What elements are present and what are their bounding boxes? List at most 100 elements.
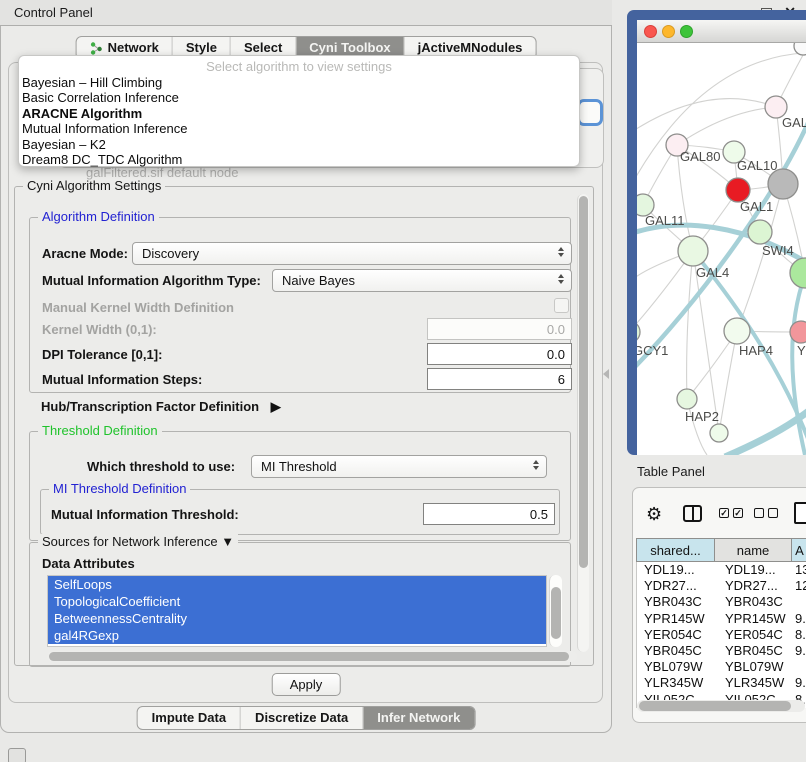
sources-group: Sources for Network Inference ▼ Data Att… bbox=[29, 542, 571, 667]
scrollbar-thumb[interactable] bbox=[579, 196, 588, 568]
close-traffic-light-icon[interactable] bbox=[644, 25, 657, 38]
deselect-all-checkbox-icon[interactable] bbox=[768, 508, 778, 518]
panel-splitter-handle[interactable] bbox=[603, 369, 609, 379]
attribute-list-item[interactable]: TopologicalCoefficient bbox=[48, 593, 546, 610]
panel-title: Control Panel bbox=[14, 5, 93, 20]
table-cell: YLR345W bbox=[714, 675, 791, 691]
table-horizontal-scrollbar[interactable] bbox=[637, 700, 805, 712]
sources-group-title[interactable]: Sources for Network Inference ▼ bbox=[38, 534, 238, 549]
focused-button-fragment[interactable] bbox=[577, 99, 603, 126]
algorithm-dropdown-popup: Select algorithm to view settings Bayesi… bbox=[18, 55, 580, 167]
select-all-checkbox-icon[interactable]: ✓ bbox=[733, 508, 743, 518]
table-row[interactable]: YLR345WYLR345W9. bbox=[637, 675, 806, 691]
dpi-tolerance-field[interactable]: 0.0 bbox=[427, 343, 572, 365]
algorithm-option[interactable]: Dream8 DC_TDC Algorithm bbox=[19, 152, 579, 167]
table-row[interactable]: YDL19...YDL19...13 bbox=[637, 562, 806, 578]
column-header-shared[interactable]: shared... bbox=[637, 539, 714, 561]
scrollbar-thumb[interactable] bbox=[49, 652, 569, 661]
zoom-traffic-light-icon[interactable] bbox=[680, 25, 693, 38]
table-cell: YDR27... bbox=[714, 578, 791, 594]
table-panel-title: Table Panel bbox=[637, 464, 705, 479]
attributes-horizontal-scrollbar[interactable] bbox=[47, 651, 577, 662]
column-header-partial[interactable]: A bbox=[791, 539, 806, 561]
mi-threshold-definition-group: MI Threshold Definition Mutual Informati… bbox=[40, 489, 560, 535]
deselect-all-checkbox-icon[interactable] bbox=[754, 508, 764, 518]
table-cell: 9. bbox=[791, 611, 806, 627]
aracne-mode-select[interactable]: Discovery bbox=[132, 242, 572, 265]
svg-text:HAP4: HAP4 bbox=[739, 343, 773, 358]
table-cell: 9. bbox=[791, 675, 806, 691]
stepper-arrows-icon bbox=[558, 274, 564, 284]
table-cell: 12 bbox=[791, 578, 806, 594]
network-window-titlebar[interactable] bbox=[637, 20, 806, 43]
kernel-width-field[interactable]: 0.0 bbox=[427, 318, 572, 340]
table-cell: YPR145W bbox=[714, 611, 791, 627]
table-cell: 13 bbox=[791, 562, 806, 578]
algorithm-definition-title: Algorithm Definition bbox=[38, 209, 159, 224]
mi-threshold-definition-title: MI Threshold Definition bbox=[49, 481, 190, 496]
table-row[interactable]: YBR045CYBR045C9. bbox=[637, 643, 806, 659]
manual-kernel-checkbox[interactable] bbox=[554, 298, 569, 313]
attributes-vertical-scrollbar[interactable] bbox=[549, 575, 562, 647]
attribute-list-item[interactable]: gal4RGexp bbox=[48, 627, 546, 644]
table-cell bbox=[791, 594, 806, 610]
node-y[interactable] bbox=[790, 321, 806, 343]
network-view-window: GAL7 GAL80 GAL10 GAL1 GAL11 SWI4 GAL4 GC… bbox=[627, 10, 806, 455]
attribute-list-item[interactable]: BetweennessCentrality bbox=[48, 610, 546, 627]
data-attributes-list[interactable]: SelfLoopsTopologicalCoefficientBetweenne… bbox=[47, 575, 547, 647]
document-icon[interactable] bbox=[794, 502, 806, 524]
which-threshold-select[interactable]: MI Threshold bbox=[251, 455, 547, 478]
dropdown-placeholder: Select algorithm to view settings bbox=[19, 59, 579, 75]
node-green-right[interactable] bbox=[790, 258, 806, 288]
algorithm-option[interactable]: Bayesian – K2 bbox=[19, 137, 579, 152]
algorithm-option[interactable]: Bayesian – Hill Climbing bbox=[19, 75, 579, 90]
node-table: shared... name A YDL19...YDL19...13YDR27… bbox=[636, 538, 806, 708]
table-row[interactable]: YBL079WYBL079W bbox=[637, 659, 806, 675]
mi-threshold-field[interactable]: 0.5 bbox=[423, 503, 555, 525]
tab-discretize-data[interactable]: Discretize Data bbox=[240, 707, 362, 729]
algorithm-option[interactable]: ARACNE Algorithm bbox=[19, 106, 579, 121]
tab-infer-network[interactable]: Infer Network bbox=[362, 707, 474, 729]
svg-text:GAL11: GAL11 bbox=[645, 213, 685, 228]
table-cell: YBR045C bbox=[637, 643, 714, 659]
select-all-checkbox-icon[interactable]: ✓ bbox=[719, 508, 729, 518]
mi-algorithm-type-select[interactable]: Naive Bayes bbox=[272, 269, 572, 292]
table-row[interactable]: YBR043CYBR043C bbox=[637, 594, 806, 610]
settings-vertical-scrollbar[interactable] bbox=[577, 194, 589, 652]
column-header-name[interactable]: name bbox=[714, 539, 791, 561]
kernel-width-label: Kernel Width (0,1): bbox=[42, 322, 157, 337]
node-hap4[interactable] bbox=[724, 318, 750, 344]
mi-steps-label: Mutual Information Steps: bbox=[42, 372, 202, 387]
collapse-down-icon: ▼ bbox=[221, 534, 234, 549]
table-row[interactable]: YDR27...YDR27...12 bbox=[637, 578, 806, 594]
gear-icon[interactable]: ⚙ bbox=[646, 503, 662, 525]
scrollbar-thumb[interactable] bbox=[639, 701, 791, 711]
apply-button[interactable]: Apply bbox=[272, 673, 341, 696]
columns-icon[interactable] bbox=[683, 505, 702, 522]
node-gray[interactable] bbox=[768, 169, 798, 199]
node-swi4[interactable] bbox=[748, 220, 772, 244]
minimize-traffic-light-icon[interactable] bbox=[662, 25, 675, 38]
table-row[interactable]: YER054CYER054C8. bbox=[637, 627, 806, 643]
svg-text:Y: Y bbox=[797, 343, 806, 358]
network-canvas[interactable]: GAL7 GAL80 GAL10 GAL1 GAL11 SWI4 GAL4 GC… bbox=[637, 43, 806, 455]
node-gcy1[interactable] bbox=[637, 321, 640, 343]
attribute-list-item[interactable]: SelfLoops bbox=[48, 576, 546, 593]
svg-text:SWI4: SWI4 bbox=[762, 243, 794, 258]
stepper-arrows-icon bbox=[533, 460, 539, 470]
node-bottom[interactable] bbox=[710, 424, 728, 442]
hub-definition-toggle[interactable]: Hub/Transcription Factor Definition ▶ bbox=[41, 399, 281, 415]
algorithm-option[interactable]: Mutual Information Inference bbox=[19, 121, 579, 136]
node-gal4[interactable] bbox=[678, 236, 708, 266]
mi-steps-field[interactable]: 6 bbox=[427, 368, 572, 390]
svg-text:GAL80: GAL80 bbox=[680, 149, 720, 164]
table-cell: YER054C bbox=[714, 627, 791, 643]
scrollbar-thumb[interactable] bbox=[551, 587, 561, 639]
tab-impute-data[interactable]: Impute Data bbox=[138, 707, 240, 729]
bottom-corner-icon[interactable] bbox=[8, 748, 26, 762]
network-graph: GAL7 GAL80 GAL10 GAL1 GAL11 SWI4 GAL4 GC… bbox=[637, 43, 806, 455]
node-hap2[interactable] bbox=[677, 389, 697, 409]
table-cell: YDR27... bbox=[637, 578, 714, 594]
table-row[interactable]: YPR145WYPR145W9. bbox=[637, 611, 806, 627]
algorithm-option[interactable]: Basic Correlation Inference bbox=[19, 90, 579, 105]
